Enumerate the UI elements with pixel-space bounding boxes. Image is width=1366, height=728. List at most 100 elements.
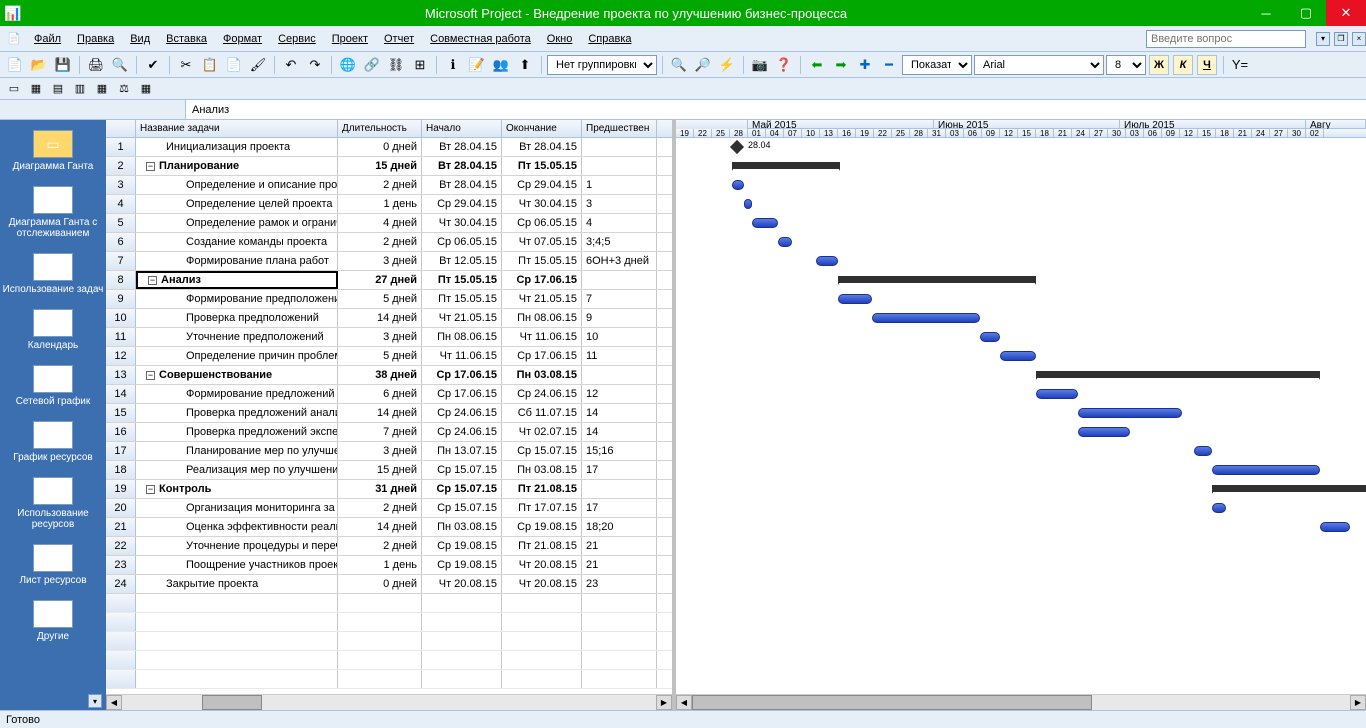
show-subtasks-icon[interactable]: ✚	[854, 54, 876, 76]
restore-window-button[interactable]: ❐	[1334, 32, 1348, 46]
view6-icon[interactable]: ⚖	[114, 80, 134, 98]
col-name[interactable]: Название задачи	[136, 120, 338, 137]
table-row[interactable]: 4Определение целей проекта1 деньСр 29.04…	[106, 195, 672, 214]
redo-icon[interactable]: ↷	[304, 54, 326, 76]
table-row[interactable]: 1Инициализация проекта0 днейВт 28.04.15В…	[106, 138, 672, 157]
zoom-out-icon[interactable]: 🔎	[692, 54, 714, 76]
paste-icon[interactable]: 📄	[223, 54, 245, 76]
menu-Правка[interactable]: Правка	[69, 30, 122, 48]
sidebar-item[interactable]: ▭Сетевой график	[0, 361, 106, 417]
sidebar-item[interactable]: ▭График ресурсов	[0, 417, 106, 473]
sidebar-more-button[interactable]: ▾	[88, 694, 102, 708]
save-icon[interactable]: 💾	[52, 54, 74, 76]
menu-Вставка[interactable]: Вставка	[158, 30, 215, 48]
table-row[interactable]: 16Проверка предложений экспер7 днейСр 24…	[106, 423, 672, 442]
close-button[interactable]: ✕	[1326, 0, 1366, 26]
cut-icon[interactable]: ✂	[175, 54, 197, 76]
menu-Совместная работа[interactable]: Совместная работа	[422, 30, 539, 48]
view2-icon[interactable]: ▦	[26, 80, 46, 98]
close-doc-button[interactable]: ×	[1352, 32, 1366, 46]
sidebar-item[interactable]: ▭Лист ресурсов	[0, 540, 106, 596]
underline-button[interactable]: Ч	[1197, 55, 1217, 75]
print-preview-icon[interactable]: 🔍	[109, 54, 131, 76]
print-icon[interactable]: 🖨	[85, 54, 107, 76]
font-size-combo[interactable]: 8	[1106, 55, 1146, 75]
project-icon[interactable]: 📄	[4, 29, 24, 49]
grid-hscroll[interactable]: ◀ ▶	[106, 694, 672, 710]
menu-Файл[interactable]: Файл	[26, 30, 69, 48]
sidebar-item[interactable]: ▭Диаграмма Ганта с отслеживанием	[0, 182, 106, 249]
view7-icon[interactable]: ▦	[136, 80, 156, 98]
col-end[interactable]: Окончание	[502, 120, 582, 137]
table-row[interactable]: 7Формирование плана работ3 днейВт 12.05.…	[106, 252, 672, 271]
table-row[interactable]: 17Планирование мер по улучшен3 днейПн 13…	[106, 442, 672, 461]
split-icon[interactable]: ⊞	[409, 54, 431, 76]
help-search-input[interactable]	[1146, 30, 1306, 48]
gantt-hscroll[interactable]: ◀ ▶	[676, 694, 1366, 710]
table-row[interactable]: 21Оценка эффективности реализ14 днейПн 0…	[106, 518, 672, 537]
italic-button[interactable]: К	[1173, 55, 1193, 75]
outdent-icon[interactable]: ⬅	[806, 54, 828, 76]
copy-icon[interactable]: 📋	[199, 54, 221, 76]
maximize-button[interactable]: ▢	[1286, 0, 1326, 26]
publish-icon[interactable]: ⬆	[514, 54, 536, 76]
undo-icon[interactable]: ↶	[280, 54, 302, 76]
open-icon[interactable]: 📂	[28, 54, 50, 76]
zoom-in-icon[interactable]: 🔍	[668, 54, 690, 76]
table-row[interactable]: 23Поощрение участников проект1 деньСр 19…	[106, 556, 672, 575]
table-row[interactable]: 2−Планирование15 днейВт 28.04.15Пт 15.05…	[106, 157, 672, 176]
table-row[interactable]: 22Уточнение процедуры и переч2 днейСр 19…	[106, 537, 672, 556]
indent-icon[interactable]: ➡	[830, 54, 852, 76]
table-row[interactable]: 6Создание команды проекта2 днейСр 06.05.…	[106, 233, 672, 252]
font-combo[interactable]: Arial	[974, 55, 1104, 75]
sidebar-item[interactable]: ▭Использование задач	[0, 249, 106, 305]
table-row[interactable]: 3Определение и описание пробл2 днейВт 28…	[106, 176, 672, 195]
link-icon[interactable]: 🔗	[361, 54, 383, 76]
show-combo[interactable]: Показать	[902, 55, 972, 75]
menu-Отчет[interactable]: Отчет	[376, 30, 422, 48]
hyperlink-icon[interactable]: 🌐	[337, 54, 359, 76]
table-row[interactable]: 15Проверка предложений аналит14 днейСр 2…	[106, 404, 672, 423]
table-row[interactable]: 20Организация мониторинга за р2 днейСр 1…	[106, 499, 672, 518]
table-row[interactable]: 13−Совершенствование38 днейСр 17.06.15Пн…	[106, 366, 672, 385]
view3-icon[interactable]: ▤	[48, 80, 68, 98]
sidebar-item[interactable]: ▭Диаграмма Ганта	[0, 126, 106, 182]
view1-icon[interactable]: ▭	[4, 80, 24, 98]
bold-button[interactable]: Ж	[1149, 55, 1169, 75]
table-row[interactable]: 5Определение рамок и ограниче4 днейЧт 30…	[106, 214, 672, 233]
menu-Проект[interactable]: Проект	[324, 30, 376, 48]
sidebar-item[interactable]: ▭Использование ресурсов	[0, 473, 106, 540]
menu-Справка[interactable]: Справка	[580, 30, 639, 48]
table-row[interactable]: 18Реализация мер по улучшению15 днейСр 1…	[106, 461, 672, 480]
sidebar-item[interactable]: ▭Календарь	[0, 305, 106, 361]
menu-Окно[interactable]: Окно	[539, 30, 581, 48]
minimize-button[interactable]: ─	[1246, 0, 1286, 26]
info-icon[interactable]: ℹ	[442, 54, 464, 76]
table-row[interactable]: 24Закрытие проекта0 днейЧт 20.08.15Чт 20…	[106, 575, 672, 594]
col-pred[interactable]: Предшествен	[582, 120, 657, 137]
help-dropdown-button[interactable]: ▾	[1316, 32, 1330, 46]
filter-icon[interactable]: Y=	[1229, 54, 1251, 76]
menu-Вид[interactable]: Вид	[122, 30, 158, 48]
hide-subtasks-icon[interactable]: ━	[878, 54, 900, 76]
help-icon[interactable]: ❓	[773, 54, 795, 76]
col-start[interactable]: Начало	[422, 120, 502, 137]
table-row[interactable]: 8−Анализ27 днейПт 15.05.15Ср 17.06.15	[106, 271, 672, 290]
notes-icon[interactable]: 📝	[466, 54, 488, 76]
table-row[interactable]: 9Формирование предположений5 днейПт 15.0…	[106, 290, 672, 309]
spellcheck-icon[interactable]: ✔	[142, 54, 164, 76]
grouping-combo[interactable]: Нет группировки	[547, 55, 657, 75]
table-row[interactable]: 10Проверка предположений14 днейЧт 21.05.…	[106, 309, 672, 328]
table-row[interactable]: 14Формирование предложений п6 днейСр 17.…	[106, 385, 672, 404]
sidebar-item[interactable]: ▭Другие	[0, 596, 106, 652]
assign-icon[interactable]: 👥	[490, 54, 512, 76]
table-row[interactable]: 11Уточнение предположений3 днейПн 08.06.…	[106, 328, 672, 347]
goto-task-icon[interactable]: ⚡	[716, 54, 738, 76]
menu-Сервис[interactable]: Сервис	[270, 30, 324, 48]
formula-input[interactable]: Анализ	[186, 104, 1366, 116]
format-painter-icon[interactable]: 🖌	[247, 54, 269, 76]
table-row[interactable]: 12Определение причин проблемь5 днейЧт 11…	[106, 347, 672, 366]
table-row[interactable]: 19−Контроль31 днейСр 15.07.15Пт 21.08.15	[106, 480, 672, 499]
copy-picture-icon[interactable]: 📷	[749, 54, 771, 76]
view4-icon[interactable]: ▥	[70, 80, 90, 98]
